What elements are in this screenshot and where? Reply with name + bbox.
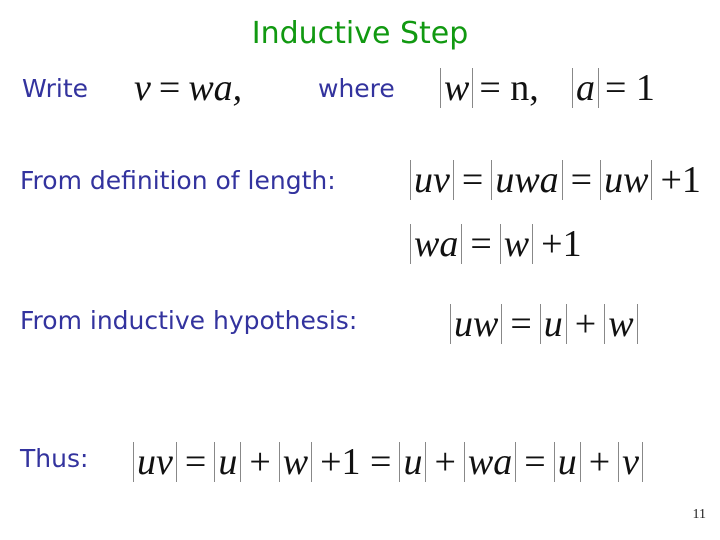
abs-value-uv: uv <box>133 442 177 482</box>
equation-hypothesis: uw = u + w <box>450 302 638 346</box>
operator: = <box>461 159 484 201</box>
abs-value-uwa: uwa <box>491 160 563 200</box>
abs-value-wa: wa <box>410 224 463 264</box>
hypothesis-label: From inductive hypothesis: <box>20 306 358 335</box>
where-label: where <box>318 74 395 103</box>
abs-value-w: w <box>499 224 534 264</box>
operator: + <box>574 303 597 345</box>
var-v: v <box>134 67 151 109</box>
operator: = <box>570 159 593 201</box>
condition-length-a: a = 1 <box>572 66 655 110</box>
operator: +1 = <box>320 441 392 483</box>
operator: = <box>524 441 546 483</box>
abs-value-w: w <box>604 304 638 344</box>
equals-sign: = <box>158 67 181 109</box>
operator: + <box>588 441 611 483</box>
operator: = <box>184 441 207 483</box>
operator: +1 <box>541 223 582 265</box>
operator: +1 <box>660 159 701 201</box>
abs-value-wa: wa <box>463 442 517 482</box>
definition-label: From definition of length: <box>20 166 336 195</box>
abs-value-u: u <box>214 442 242 482</box>
abs-value-w: w <box>278 442 313 482</box>
equation-wa-length: wa = w +1 <box>410 222 590 266</box>
slide-title: Inductive Step <box>251 16 469 51</box>
equation-conclusion: uv = u + w +1 = u + wa = u + v <box>133 440 644 484</box>
abs-value-u: u <box>539 304 567 344</box>
operator: + <box>249 441 271 483</box>
equation-v-equals-wa: v = wa, <box>134 66 242 110</box>
operator: = <box>510 303 532 345</box>
condition-length-w: w = n, <box>440 66 539 110</box>
page-number: 11 <box>692 507 706 522</box>
abs-value-u: u <box>553 442 581 482</box>
cond2-rest: = 1 <box>605 67 655 109</box>
equation-definition: uv = uwa = uw +1 <box>410 158 709 202</box>
operator: = <box>470 223 492 265</box>
thus-label: Thus: <box>20 444 89 473</box>
abs-value-uv: uv <box>410 160 454 200</box>
var-wa: wa, <box>188 67 243 109</box>
abs-w: w <box>440 68 474 108</box>
write-label: Write <box>22 74 89 103</box>
abs-a: a <box>572 68 599 108</box>
abs-value-uw: uw <box>450 304 503 344</box>
abs-value-u: u <box>399 442 427 482</box>
cond1-rest: = n, <box>479 67 539 109</box>
operator: + <box>434 441 456 483</box>
abs-value-uw: uw <box>600 160 653 200</box>
abs-value-v: v <box>618 442 644 482</box>
